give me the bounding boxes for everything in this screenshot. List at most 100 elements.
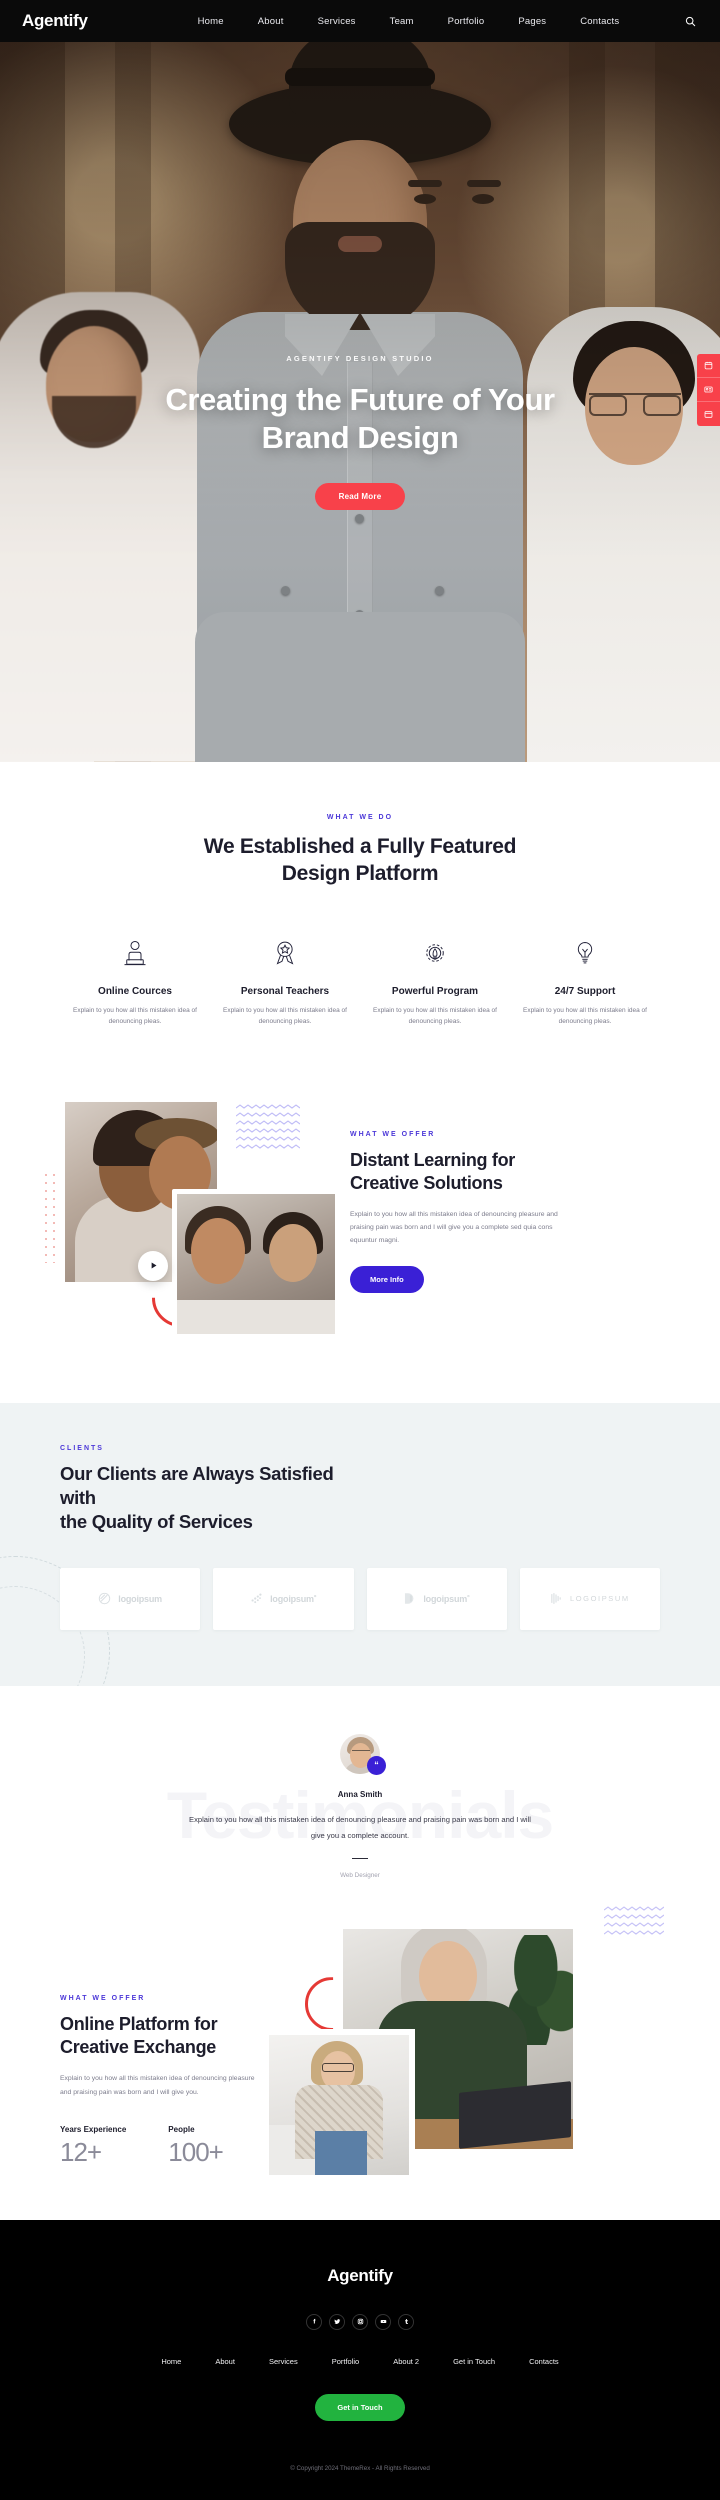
footer-nav-about-2[interactable]: About 2 [393,2357,419,2366]
client-logo-card[interactable]: LOGOIPSUM [519,1567,660,1630]
testimonial-author: Anna Smith [337,1789,383,1799]
what-we-do-title: We Established a Fully Featured Design P… [0,833,720,888]
platform-media [263,1906,665,2182]
circle-swirl-icon [98,1592,111,1605]
copyright-text: © Copyright 2024 ThemeRex - All Rights R… [290,2464,430,2472]
facebook-icon[interactable] [306,2313,322,2330]
distant-learning-paragraph: Explain to you how all this mistaken ide… [350,1210,558,1245]
feature-title: Powerful Program [391,985,479,997]
client-logo-card[interactable]: logoipsum˚ [213,1567,354,1630]
nav-item-pages[interactable]: Pages [518,16,546,27]
nav-item-team[interactable]: Team [390,16,414,27]
client-logo-label: LOGOIPSUM [569,1594,630,1604]
footer-nav-contacts[interactable]: Contacts [529,2357,559,2366]
site-footer: Agentify Home About Services Portfolio A… [0,2219,720,2500]
gear-rocket-icon [372,930,498,976]
distant-learning-title: Distant Learning for Creative Solutions [350,1149,660,1195]
tumblr-icon[interactable] [398,2313,414,2330]
stat-label: People [168,2124,195,2134]
zigzag-pattern [603,1905,665,1941]
footer-logo[interactable]: Agentify [0,2266,720,2286]
platform-section: WHAT WE OFFER Online Platform for Creati… [0,1906,720,2220]
what-we-do-eyebrow: WHAT WE DO [326,814,394,821]
feature-title: Personal Teachers [240,985,330,997]
calendar-icon[interactable] [697,354,720,378]
twitter-icon[interactable] [329,2313,345,2330]
feature-item[interactable]: Online Cources Explain to you how all th… [60,930,210,1027]
nav-item-contacts[interactable]: Contacts [580,16,619,27]
person-laptop-icon [72,930,198,976]
feature-item[interactable]: Powerful Program Explain to you how all … [360,930,510,1027]
feature-text: Explain to you how all this mistaken ide… [523,1006,647,1025]
feature-list: Online Cources Explain to you how all th… [0,930,720,1027]
clients-title-line2: the Quality of Services [60,1510,253,1532]
hero-eyebrow: AGENTIFY DESIGN STUDIO [286,354,434,363]
dots-diagonal-icon [250,1592,263,1605]
nav-item-services[interactable]: Services [318,16,356,27]
client-logo-label: logoipsum˚ [423,1593,470,1604]
client-logo-card[interactable]: logoipsum˚ [366,1567,507,1630]
what-we-do-title-line1: We Established a Fully Featured [203,835,517,858]
footer-nav-about[interactable]: About [215,2357,235,2366]
distant-learning-title-line2: Creative Solutions [350,1172,503,1193]
distant-learning-eyebrow: WHAT WE OFFER [350,1130,436,1138]
feature-title: Online Cources [98,985,172,997]
feature-text: Explain to you how all this mistaken ide… [223,1006,347,1025]
window-icon[interactable] [697,402,720,426]
platform-photo-secondary [263,2029,415,2182]
feature-text: Explain to you how all this mistaken ide… [73,1006,197,1025]
clients-section: CLIENTS Our Clients are Always Satisfied… [0,1402,720,1686]
testimonial-role: Web Designer [340,1872,380,1880]
side-widget [697,354,720,426]
main-nav: Home About Services Team Portfolio Pages… [198,16,620,27]
team-photo-secondary [172,1188,340,1339]
stat-value: 12+ [60,2136,102,2167]
what-we-do-title-line2: Design Platform [281,862,439,886]
bars-icon [550,1592,563,1605]
feature-item[interactable]: Personal Teachers Explain to you how all… [210,930,360,1027]
page-root: Agentify Home About Services Team Portfo… [0,0,720,2500]
hero-title-line2: Brand Design [261,419,459,455]
footer-nav-services[interactable]: Services [269,2357,298,2366]
testimonial-quote: Explain to you how all this mistaken ide… [189,1814,531,1840]
feature-item[interactable]: 24/7 Support Explain to you how all this… [510,930,660,1027]
footer-nav-get-in-touch[interactable]: Get in Touch [453,2357,495,2366]
clients-title: Our Clients are Always Satisfied with th… [60,1462,370,1534]
nav-item-home[interactable]: Home [198,16,224,27]
lightbulb-icon [522,930,648,976]
social-links [0,2313,720,2330]
stat-value: 100+ [168,2136,224,2167]
stat-item: Years Experience 12+ [60,2125,126,2168]
platform-eyebrow: WHAT WE OFFER [60,1995,146,2003]
instagram-icon[interactable] [352,2313,368,2330]
nav-item-portfolio[interactable]: Portfolio [448,16,485,27]
stat-label: Years Experience [60,2124,127,2134]
site-header: Agentify Home About Services Team Portfo… [0,0,720,42]
quote-icon: “ [367,1755,386,1775]
hero-read-more-button[interactable]: Read More [314,482,406,510]
clients-eyebrow: CLIENTS [60,1444,104,1452]
footer-nav-home[interactable]: Home [161,2357,181,2366]
divider [352,1857,368,1860]
get-in-touch-button[interactable]: Get in Touch [315,2393,405,2421]
play-icon[interactable] [138,1250,168,1281]
client-logo-label: logoipsum [118,1593,162,1604]
hero-section: AGENTIFY DESIGN STUDIO Creating the Futu… [0,42,720,762]
zigzag-pattern [235,1103,301,1153]
footer-nav-portfolio[interactable]: Portfolio [332,2357,360,2366]
testimonials-section: Testimonials “ Anna Smith Explain to you… [0,1685,720,1914]
search-icon[interactable] [682,13,698,29]
more-info-button[interactable]: More Info [350,1265,424,1293]
feature-title: 24/7 Support [554,985,616,997]
clients-title-line1: Our Clients are Always Satisfied with [60,1462,334,1508]
id-card-icon[interactable] [697,378,720,402]
client-logo-label: logoipsum˚ [270,1593,317,1604]
nav-item-about[interactable]: About [258,16,284,27]
hero-title: Creating the Future of Your Brand Design [0,381,720,457]
site-logo[interactable]: Agentify [22,11,88,31]
youtube-icon[interactable] [375,2313,391,2330]
footer-nav: Home About Services Portfolio About 2 Ge… [0,2357,720,2366]
avatar: “ [340,1733,386,1775]
client-logo-card[interactable]: logoipsum [60,1567,201,1630]
split-shape-icon [403,1592,416,1605]
